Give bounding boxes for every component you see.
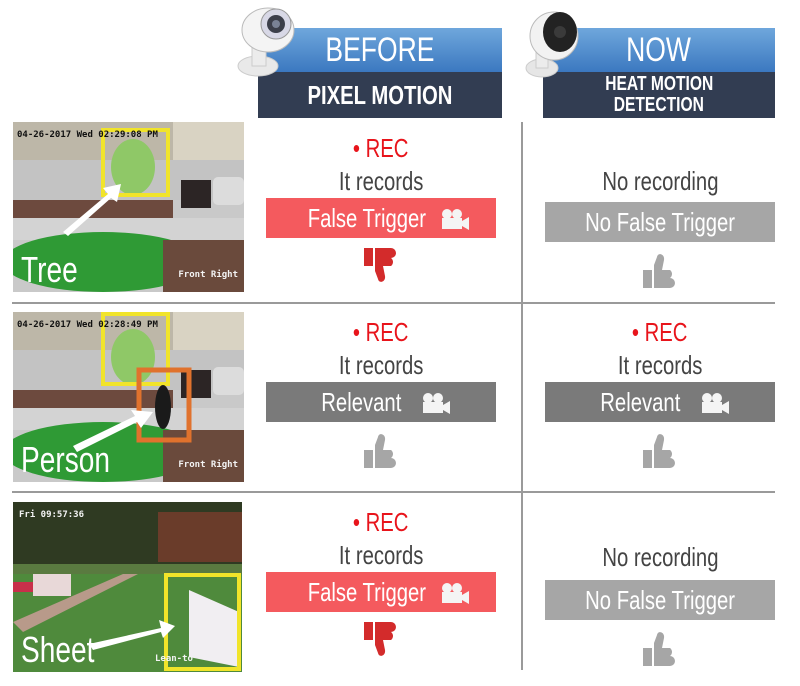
recording-status: It records bbox=[338, 350, 424, 380]
column-divider bbox=[521, 122, 523, 670]
recording-status: It records bbox=[338, 540, 424, 570]
snapshot-timestamp: 04-26-2017 Wed 02:28:49 PM bbox=[17, 320, 158, 330]
row-divider-1 bbox=[12, 302, 775, 304]
bullet-camera-icon bbox=[236, 4, 298, 85]
recording-status: It records bbox=[338, 166, 424, 196]
snapshot-label: Person bbox=[21, 439, 110, 480]
thumbs-down-icon bbox=[364, 622, 396, 656]
before-cell-row3: • REC It records False Trigger bbox=[266, 506, 496, 665]
thumbs-up-icon bbox=[643, 632, 675, 666]
snapshot-camera-name: Front Right bbox=[178, 460, 238, 470]
rec-indicator: • REC bbox=[353, 507, 409, 537]
snapshot-label: Tree bbox=[21, 249, 78, 290]
thumbs-up-icon bbox=[364, 434, 396, 468]
recording-status: It records bbox=[617, 350, 703, 380]
thumbs-down-icon bbox=[364, 248, 396, 282]
now-cell-row1: No recording No False Trigger bbox=[545, 164, 775, 295]
snapshot-camera-name: Front Right bbox=[178, 270, 238, 280]
camera-snapshot-tree: 04-26-2017 Wed 02:29:08 PM Front Right T… bbox=[13, 122, 244, 292]
heat-camera-icon bbox=[524, 8, 584, 85]
relevant-badge: Relevant bbox=[266, 382, 496, 422]
thumbs-up-icon bbox=[643, 254, 675, 288]
video-camera-icon bbox=[442, 209, 470, 230]
snapshot-camera-name: Lean-to bbox=[155, 654, 193, 664]
false-trigger-badge: False Trigger bbox=[266, 572, 496, 612]
video-camera-icon bbox=[701, 393, 729, 414]
false-trigger-badge: False Trigger bbox=[266, 198, 496, 238]
now-cell-row2: • REC It records Relevant bbox=[545, 316, 775, 475]
snapshot-timestamp: Fri 09:57:36 bbox=[19, 510, 85, 520]
rec-indicator: • REC bbox=[632, 317, 688, 347]
camera-snapshot-sheet: Fri 09:57:36 Lean-to Sheet bbox=[13, 502, 242, 672]
camera-snapshot-person: 04-26-2017 Wed 02:28:49 PM Front Right P… bbox=[13, 312, 244, 482]
before-cell-row1: • REC It records False Trigger bbox=[266, 132, 496, 291]
before-cell-row2: • REC It records Relevant bbox=[266, 316, 496, 475]
row-divider-2 bbox=[12, 491, 775, 493]
video-camera-icon bbox=[442, 583, 470, 604]
rec-indicator: • REC bbox=[353, 317, 409, 347]
no-false-trigger-badge: No False Trigger bbox=[545, 580, 775, 620]
thumbs-up-icon bbox=[643, 434, 675, 468]
now-cell-row3: No recording No False Trigger bbox=[545, 540, 775, 673]
recording-status: No recording bbox=[601, 166, 719, 196]
recording-status: No recording bbox=[601, 542, 719, 572]
snapshot-timestamp: 04-26-2017 Wed 02:29:08 PM bbox=[17, 130, 158, 140]
rec-indicator: • REC bbox=[353, 133, 409, 163]
video-camera-icon bbox=[422, 393, 450, 414]
snapshot-label: Sheet bbox=[21, 629, 95, 670]
no-false-trigger-badge: No False Trigger bbox=[545, 202, 775, 242]
relevant-badge: Relevant bbox=[545, 382, 775, 422]
